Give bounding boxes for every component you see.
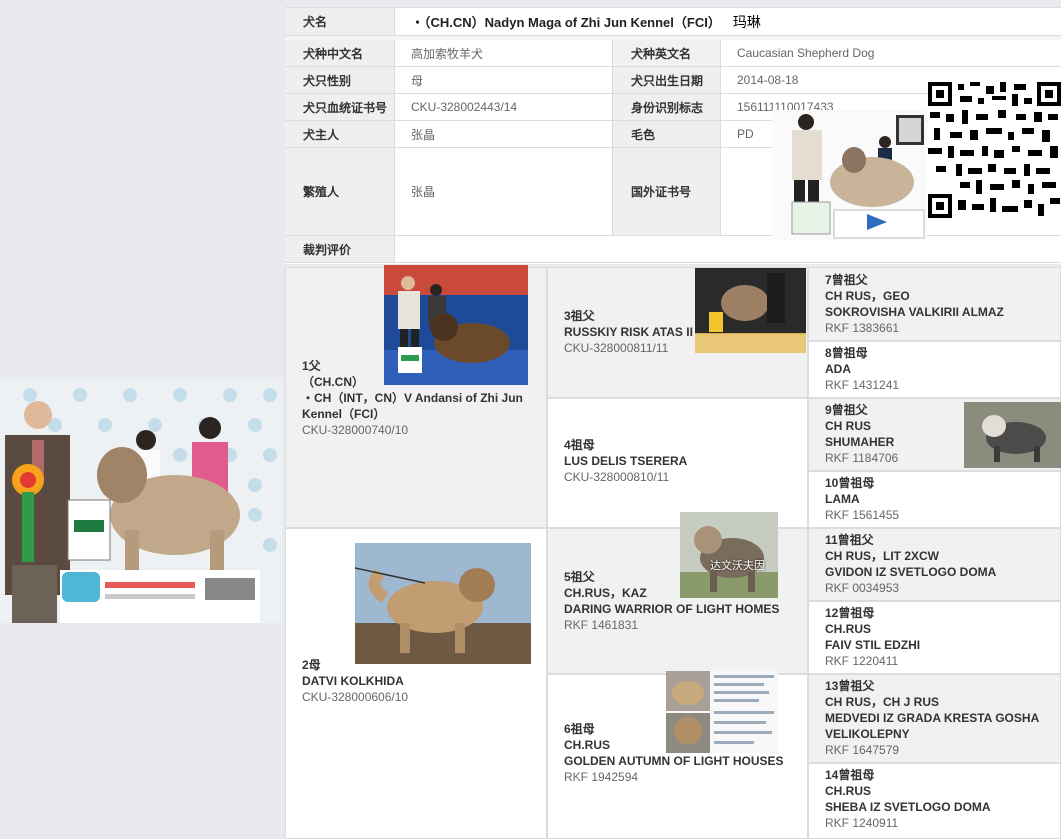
gg11-name: GVIDON IZ SVETLOGO DOMA [825, 565, 997, 579]
label-breed-en: 犬种英文名 [613, 40, 721, 67]
g4-rel: 4祖母 [564, 438, 595, 452]
gg12-rel: 12曾祖母 [825, 606, 875, 620]
gg8-rel: 8曾祖母 [825, 346, 868, 360]
gg8-text: 8曾祖母 ADA RKF 1431241 [825, 345, 899, 393]
pedigree-gg7: 7曾祖父 CH RUS，GEO SOKROVISHA VALKIRII ALMA… [808, 267, 1061, 341]
g3-reg: CKU-328000811/11 [564, 341, 669, 355]
qr-code[interactable] [928, 80, 1061, 220]
g3-rel: 3祖父 [564, 309, 595, 323]
dam-name: DATVI KOLKHIDA [302, 674, 404, 688]
dog-name-cn: 玛琳 [732, 13, 761, 30]
gg14-reg: RKF 1240911 [825, 816, 899, 830]
g6-reg: RKF 1942594 [564, 770, 639, 784]
g5-photo: 达文沃夫因 [680, 512, 778, 598]
g5-name: DARING WARRIOR OF LIGHT HOMES [564, 602, 780, 616]
sire-reg: CKU-328000740/10 [302, 423, 409, 437]
gg10-reg: RKF 1561455 [825, 508, 900, 522]
gg9-rel: 9曾祖父 [825, 403, 868, 417]
g9-photo [964, 402, 1061, 468]
pedigree-gg13: 13曾祖父 CH RUS，CH J RUS MEDVEDI IZ GRADA K… [808, 674, 1061, 763]
sex-value: 母 [395, 67, 613, 94]
gg13-title: CH RUS，CH J RUS [825, 695, 940, 709]
gg14-text: 14曾祖母 CH.RUS SHEBA IZ SVETLOGO DOMA RKF … [825, 767, 991, 831]
gg13-name: MEDVEDI IZ GRADA KRESTA GOSHA VELIKOLEPN… [825, 711, 1039, 741]
show-photo-left [0, 380, 282, 623]
label-breed-cn: 犬种中文名 [285, 40, 395, 67]
g4-name: LUS DELIS TSERERA [564, 454, 688, 468]
g6-photo [666, 671, 778, 753]
dog-photo-main [772, 110, 927, 241]
pedigree-g4: 4祖母 LUS DELIS TSERERA CKU-328000810/11 [547, 398, 808, 528]
label-reg: 犬只血统证书号 [285, 94, 395, 121]
gg12-text: 12曾祖母 CH.RUS FAIV STIL EDZHI RKF 1220411 [825, 605, 920, 669]
g6-name: GOLDEN AUTUMN OF LIGHT HOUSES [564, 754, 784, 768]
gg11-rel: 11曾祖父 [825, 533, 874, 547]
g3-photo [695, 268, 806, 353]
dog-name-en: ・（CH.CN）Nadyn Maga of Zhi Jun Kennel（FCI… [411, 15, 721, 30]
label-foreign: 国外证书号 [613, 148, 721, 236]
gg11-text: 11曾祖父 CH RUS，LIT 2XCW GVIDON IZ SVETLOGO… [825, 532, 996, 596]
gg9-name: SHUMAHER [825, 435, 895, 449]
owner-value: 张晶 [395, 121, 613, 148]
gg13-reg: RKF 1647579 [825, 743, 900, 757]
pedigree-gg11: 11曾祖父 CH RUS，LIT 2XCW GVIDON IZ SVETLOGO… [808, 528, 1061, 601]
gg11-reg: RKF 0034953 [825, 581, 900, 595]
gg8-reg: RKF 1431241 [825, 378, 900, 392]
label-owner: 犬主人 [285, 121, 395, 148]
label-breeder: 繁殖人 [285, 148, 395, 236]
gg13-rel: 13曾祖父 [825, 679, 875, 693]
label-color: 毛色 [613, 121, 721, 148]
breeder-value: 张晶 [395, 148, 613, 236]
label-chip: 身份识别标志 [613, 94, 721, 121]
g3-text: 3祖父 RUSSKIY RISK ATAS II CKU-328000811/1… [564, 308, 693, 356]
gg10-rel: 10曾祖母 [825, 476, 875, 490]
gg7-text: 7曾祖父 CH RUS，GEO SOKROVISHA VALKIRII ALMA… [825, 272, 1004, 336]
g5-reg: RKF 1461831 [564, 618, 639, 632]
gg12-title: CH.RUS [825, 622, 872, 636]
gg10-title: LAMA [825, 492, 860, 506]
pedigree-gg14: 14曾祖母 CH.RUS SHEBA IZ SVETLOGO DOMA RKF … [808, 763, 1061, 839]
label-dog-name: 犬名 [285, 8, 395, 36]
g4-reg: CKU-328000810/11 [564, 470, 670, 484]
gg12-reg: RKF 1220411 [825, 654, 899, 668]
gg14-name: SHEBA IZ SVETLOGO DOMA [825, 800, 991, 814]
reg-value: CKU-328002443/14 [395, 94, 613, 121]
gg10-text: 10曾祖母 LAMA RKF 1561455 [825, 475, 899, 523]
birth-value: 2014-08-18 [721, 67, 928, 94]
pedigree-gg8: 8曾祖母 ADA RKF 1431241 [808, 341, 1061, 398]
label-judge: 裁判评价 [285, 236, 395, 263]
breed-en-value: Caucasian Shepherd Dog [721, 40, 1061, 67]
dam-text: 2母 DATVI KOLKHIDA CKU-328000606/10 [302, 657, 542, 705]
dam-reg: CKU-328000606/10 [302, 690, 409, 704]
g3-name: RUSSKIY RISK ATAS II [564, 325, 693, 339]
gg8-title: ADA [825, 362, 851, 376]
label-sex: 犬只性别 [285, 67, 395, 94]
dog-name-value: ・（CH.CN）Nadyn Maga of Zhi Jun Kennel（FCI… [395, 8, 1061, 36]
gg9-text: 9曾祖父 CH RUS SHUMAHER RKF 1184706 [825, 402, 898, 466]
gg7-rel: 7曾祖父 [825, 273, 868, 287]
gg7-reg: RKF 1383661 [825, 321, 900, 335]
gg14-rel: 14曾祖母 [825, 768, 875, 782]
pedigree-gg10: 10曾祖母 LAMA RKF 1561455 [808, 471, 1061, 528]
judge-value [395, 236, 1061, 263]
gg9-reg: RKF 1184706 [825, 451, 899, 465]
pedigree-gg12: 12曾祖母 CH.RUS FAIV STIL EDZHI RKF 1220411 [808, 601, 1061, 674]
gg14-title: CH.RUS [825, 784, 872, 798]
breed-cn-value: 高加索牧羊犬 [395, 40, 613, 67]
g5-photo-caption: 达文沃夫因 [710, 559, 765, 572]
label-birth: 犬只出生日期 [613, 67, 721, 94]
g4-text: 4祖母 LUS DELIS TSERERA CKU-328000810/11 [564, 437, 687, 485]
gg13-text: 13曾祖父 CH RUS，CH J RUS MEDVEDI IZ GRADA K… [825, 678, 1059, 758]
gg12-name: FAIV STIL EDZHI [825, 638, 921, 652]
gg7-name: SOKROVISHA VALKIRII ALMAZ [825, 305, 1004, 319]
gg11-title: CH RUS，LIT 2XCW [825, 549, 940, 563]
gg7-title: CH RUS，GEO [825, 289, 910, 303]
sire-photo [384, 265, 528, 385]
dam-photo [355, 543, 531, 664]
gg9-title: CH RUS [825, 419, 872, 433]
